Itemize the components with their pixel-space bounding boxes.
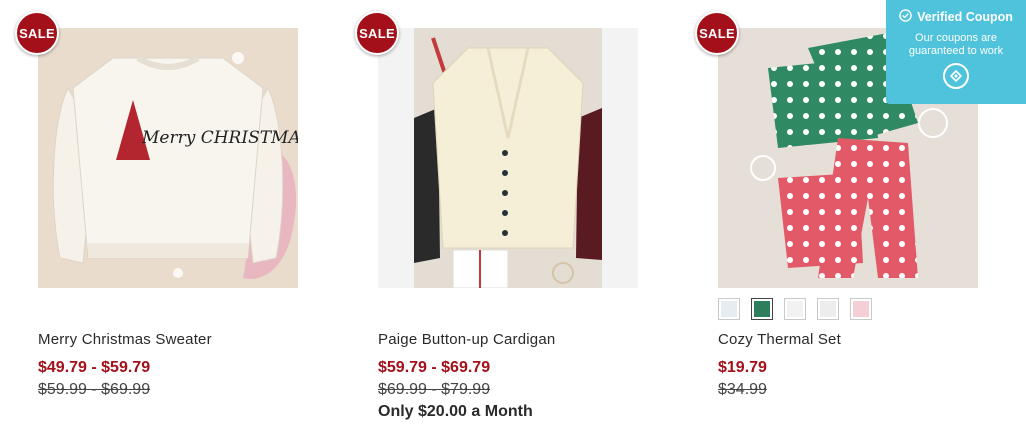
color-swatch[interactable] — [817, 298, 839, 320]
product-image[interactable]: Merry CHRISTMAS — [38, 28, 298, 288]
coupon-title-row: Verified Coupon — [886, 9, 1026, 25]
product-image[interactable] — [378, 28, 638, 288]
coupon-subtitle: Our coupons are guaranteed to work — [908, 32, 1004, 57]
check-circle-icon — [899, 9, 912, 25]
verified-coupon-widget[interactable]: Verified Coupon Our coupons are guarante… — [886, 0, 1026, 104]
sweater-image: Merry CHRISTMAS — [38, 28, 298, 288]
product-card-merry-christmas-sweater[interactable]: Merry CHRISTMAS SALE Merry Christmas Swe… — [15, 0, 318, 433]
sale-price: $19.79 — [718, 359, 767, 376]
color-swatch[interactable] — [784, 298, 806, 320]
product-card-paige-cardigan[interactable]: SALE Paige Button-up Cardigan $59.79 - $… — [355, 0, 658, 433]
original-price: $34.99 — [718, 381, 767, 398]
original-price: $59.99 - $69.99 — [38, 381, 151, 398]
sale-badge: SALE — [355, 11, 399, 55]
color-swatch[interactable] — [850, 298, 872, 320]
coupon-title: Verified Coupon — [917, 10, 1013, 24]
color-swatch[interactable] — [751, 298, 773, 320]
product-name[interactable]: Cozy Thermal Set — [718, 331, 841, 348]
sale-price: $59.79 - $69.79 — [378, 359, 491, 376]
sale-badge: SALE — [695, 11, 739, 55]
color-swatch[interactable] — [718, 298, 740, 320]
monthly-payment: Only $20.00 a Month — [378, 403, 533, 420]
product-name[interactable]: Paige Button-up Cardigan — [378, 331, 555, 348]
original-price: $69.99 - $79.99 — [378, 381, 491, 398]
product-name[interactable]: Merry Christmas Sweater — [38, 331, 212, 348]
coupon-logo-icon — [943, 63, 969, 89]
svg-text:Merry CHRISTMAS: Merry CHRISTMAS — [141, 128, 298, 148]
color-swatches — [718, 298, 872, 320]
cardigan-image — [378, 28, 638, 288]
sale-price: $49.79 - $59.79 — [38, 359, 151, 376]
sale-badge: SALE — [15, 11, 59, 55]
